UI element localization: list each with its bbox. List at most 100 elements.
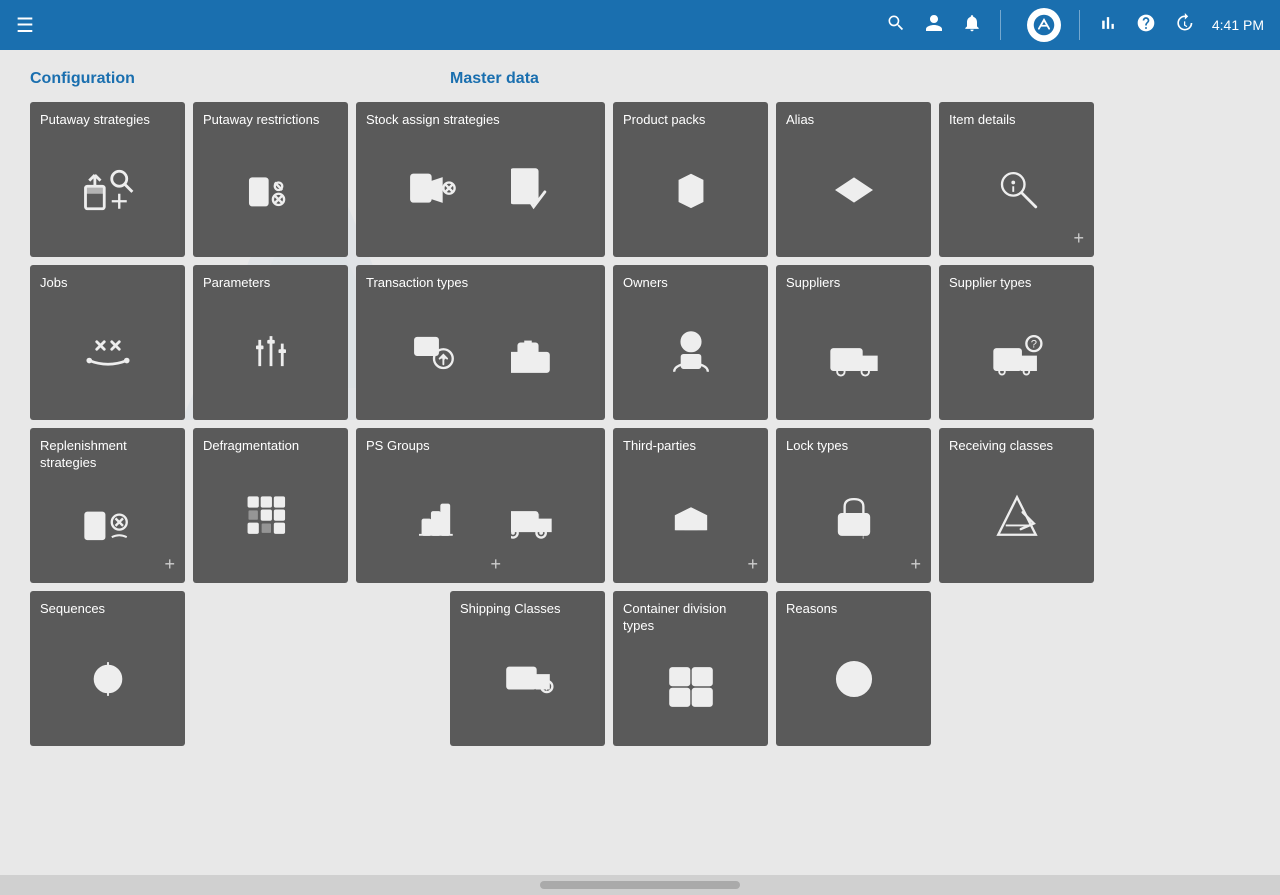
tile-icon-alias (786, 129, 921, 251)
tile-badge-ps-groups: + (490, 554, 501, 575)
tile-label-parameters: Parameters (203, 275, 338, 292)
tile-replenishment-strategies[interactable]: Replenishment strategies + (30, 428, 185, 583)
navbar: ☰ 4:41 PM (0, 0, 1280, 50)
navbar-right: 4:41 PM (886, 8, 1264, 42)
tile-putaway-strategies[interactable]: Putaway strategies (30, 102, 185, 257)
tile-badge-third-parties: + (747, 554, 758, 575)
tile-label-container-division-types: Container division types (623, 601, 758, 635)
tile-label-supplier-types: Supplier types (949, 275, 1084, 292)
tile-label-lock-types: Lock types (786, 438, 921, 455)
nav-divider2 (1079, 10, 1080, 40)
tile-label-shipping-classes: Shipping Classes (460, 601, 595, 618)
tile-sequences[interactable]: Sequences (30, 591, 185, 746)
brand-logo[interactable] (1027, 8, 1061, 42)
tile-parameters[interactable]: Parameters (193, 265, 348, 420)
tile-icon-shipping-classes: ? (460, 618, 595, 740)
tile-icon-stock-assign-strategies (366, 129, 501, 251)
chart-icon[interactable] (1098, 13, 1118, 38)
tile-label-sequences: Sequences (40, 601, 175, 618)
svg-text:3: 3 (677, 693, 682, 703)
tile-label-putaway-strategies: Putaway strategies (40, 112, 175, 129)
navbar-left: ☰ (16, 13, 34, 38)
tile-stock-assign-strategies[interactable]: Stock assign strategies (356, 102, 511, 257)
tile-defragmentation[interactable]: Defragmentation (193, 428, 348, 583)
tile-icon-defragmentation (203, 455, 338, 577)
tile-label-suppliers: Suppliers (786, 275, 921, 292)
tile-label-reasons: Reasons (786, 601, 921, 618)
tile-container-division-types[interactable]: Container division types 1 2 3 4 (613, 591, 768, 746)
tile-item-details[interactable]: Item details + (939, 102, 1094, 257)
svg-text:?: ? (543, 681, 549, 693)
tile-icon-ps-groups (366, 455, 501, 577)
history-icon[interactable] (1174, 13, 1194, 38)
tile-label-receiving-classes: Receiving classes (949, 438, 1084, 455)
tile-icon-owners (623, 292, 758, 414)
config-title: Configuration (30, 70, 410, 88)
config-tile-grid: Putaway strategiesPutaway restrictionsSt… (30, 102, 410, 746)
tile-product-packs[interactable]: Product packs (613, 102, 768, 257)
tile-label-transaction-types: Transaction types (366, 275, 501, 292)
tile-badge-lock-types: + (910, 554, 921, 575)
main-content: Configuration Putaway strategies Putaway … (0, 50, 1280, 875)
tile-reasons[interactable]: Reasons (776, 591, 931, 746)
sections-wrapper: Configuration Putaway strategies Putaway … (30, 70, 1250, 746)
tile-jobs[interactable]: Jobs (30, 265, 185, 420)
tile-label-jobs: Jobs (40, 275, 175, 292)
tile-icon-suppliers (786, 292, 921, 414)
svg-text:4: 4 (699, 693, 705, 703)
help-icon[interactable] (1136, 13, 1156, 38)
svg-text:1: 1 (677, 672, 682, 682)
tile-icon-third-parties (623, 455, 758, 577)
hamburger-menu[interactable]: ☰ (16, 13, 34, 38)
config-section: Configuration Putaway strategies Putaway … (30, 70, 410, 746)
tile-owners[interactable]: Owners (613, 265, 768, 420)
tile-suppliers[interactable]: Suppliers (776, 265, 931, 420)
tile-icon-reasons (786, 618, 921, 740)
tile-label-product-packs: Product packs (623, 112, 758, 129)
svg-text:?: ? (1030, 338, 1036, 350)
tile-ps-groups[interactable]: PS Groups + (356, 428, 511, 583)
tile-icon-jobs (40, 292, 175, 414)
nav-divider (1000, 10, 1001, 40)
bell-icon[interactable] (962, 13, 982, 38)
tile-icon-replenishment-strategies (40, 472, 175, 577)
tile-label-ps-groups: PS Groups (366, 438, 501, 455)
search-icon[interactable] (886, 13, 906, 38)
tile-receiving-classes[interactable]: Receiving classes (939, 428, 1094, 583)
master-tile-grid: ItemsProduct packsAliasItem details+Kits… (450, 102, 1250, 746)
svg-text:?: ? (440, 354, 445, 364)
tile-alias[interactable]: Alias (776, 102, 931, 257)
user-icon[interactable] (924, 13, 944, 38)
tile-putaway-restrictions[interactable]: Putaway restrictions (193, 102, 348, 257)
tile-icon-putaway-restrictions (203, 129, 338, 251)
svg-text:2: 2 (699, 672, 704, 682)
tile-label-defragmentation: Defragmentation (203, 438, 338, 455)
tile-icon-sequences (40, 618, 175, 740)
tile-icon-transaction-types: ? (366, 292, 501, 414)
scrollbar-area (0, 875, 1280, 895)
tile-icon-supplier-types: ? (949, 292, 1084, 414)
tile-label-alias: Alias (786, 112, 921, 129)
tile-icon-item-details (949, 129, 1084, 251)
tile-third-parties[interactable]: Third-parties + (613, 428, 768, 583)
tile-label-third-parties: Third-parties (623, 438, 758, 455)
master-section: Master data ItemsProduct packsAliasItem … (450, 70, 1250, 746)
tile-label-stock-assign-strategies: Stock assign strategies (366, 112, 501, 129)
tile-label-owners: Owners (623, 275, 758, 292)
tile-transaction-types[interactable]: Transaction types? (356, 265, 511, 420)
scrollbar-thumb[interactable] (540, 881, 740, 889)
tile-icon-container-division-types: 1 2 3 4 (623, 635, 758, 740)
tile-label-putaway-restrictions: Putaway restrictions (203, 112, 338, 129)
tile-badge-replenishment-strategies: + (164, 554, 175, 575)
tile-label-item-details: Item details (949, 112, 1084, 129)
tile-label-replenishment-strategies: Replenishment strategies (40, 438, 175, 472)
tile-icon-lock-types: ? (786, 455, 921, 577)
tile-icon-product-packs (623, 129, 758, 251)
tile-badge-item-details: + (1073, 228, 1084, 249)
tile-icon-putaway-strategies (40, 129, 175, 251)
tile-lock-types[interactable]: Lock types?+ (776, 428, 931, 583)
tile-icon-parameters (203, 292, 338, 414)
tile-shipping-classes[interactable]: Shipping Classes? (450, 591, 605, 746)
tile-supplier-types[interactable]: Supplier types? (939, 265, 1094, 420)
tile-icon-receiving-classes (949, 455, 1084, 577)
